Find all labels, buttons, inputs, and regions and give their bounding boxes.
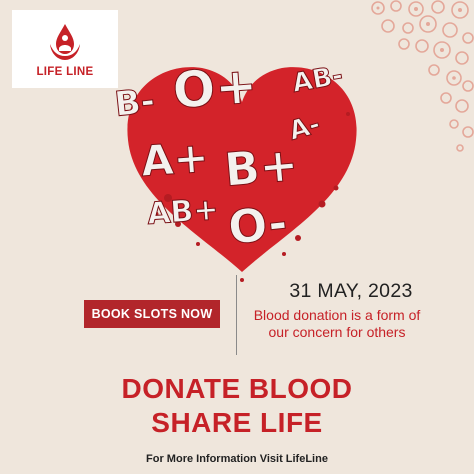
blood-type-label: O+ xyxy=(171,56,259,120)
blood-drop-hands-icon xyxy=(50,24,80,60)
headline-line-1: DONATE BLOOD xyxy=(121,373,353,404)
event-date: 31 MAY, 2023 xyxy=(289,280,413,302)
brand-logo[interactable]: LIFE LINE xyxy=(12,10,118,88)
brand-name: LIFE LINE xyxy=(36,66,94,78)
blood-type-label: B- xyxy=(113,81,157,125)
blood-type-label: AB+ xyxy=(146,192,220,232)
event-tagline: Blood donation is a form of our concern … xyxy=(253,307,421,340)
heart-graphic: B- O+ AB- A+ B+ A- AB+ O- xyxy=(112,56,357,282)
blood-type-label: B+ xyxy=(222,137,300,197)
blood-type-label: A+ xyxy=(139,132,210,186)
poster: LIFE LINE B- O+ AB- A+ B+ A- AB+ O- BOOK… xyxy=(0,0,474,474)
headline: DONATE BLOOD SHARE LIFE xyxy=(0,372,474,440)
footer-info: For More Information Visit LifeLine xyxy=(146,453,328,465)
blood-type-heart: B- O+ AB- A+ B+ A- AB+ O- xyxy=(108,48,376,286)
vertical-divider xyxy=(236,275,237,355)
blood-cells-decoration xyxy=(371,0,474,152)
blood-type-label: O- xyxy=(226,195,290,255)
headline-line-2: SHARE LIFE xyxy=(151,407,323,438)
book-slots-button[interactable]: BOOK SLOTS NOW xyxy=(84,300,220,328)
